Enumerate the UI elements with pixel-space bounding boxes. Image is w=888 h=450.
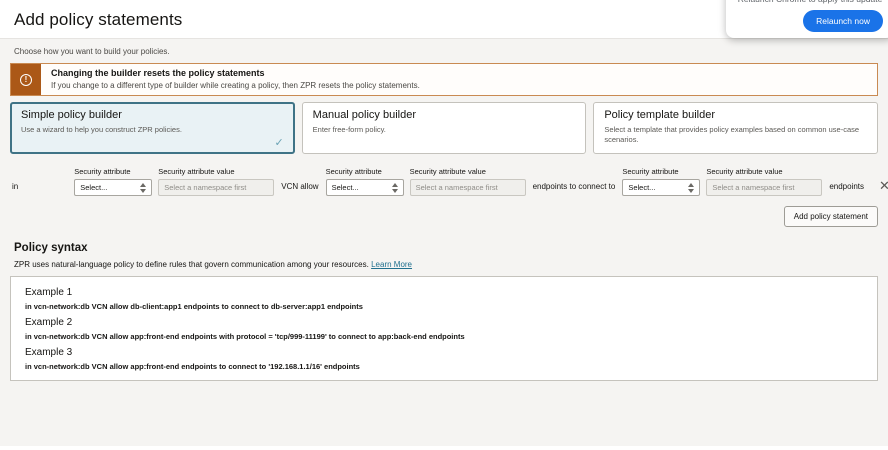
security-attribute-label: Security attribute (622, 167, 700, 176)
security-attribute-label: Security attribute (326, 167, 404, 176)
statement-prefix: in (12, 182, 18, 191)
security-attribute-select-1[interactable]: Select... (74, 179, 152, 196)
builder-cards: Simple policy builder Use a wizard to he… (10, 102, 878, 154)
card-description: Use a wizard to help you construct ZPR p… (21, 125, 284, 135)
relaunch-now-button[interactable]: Relaunch now (803, 10, 883, 32)
example-statement: in vcn-network:db VCN allow app:front-en… (25, 362, 863, 371)
chrome-update-popup: Relaunch Chrome to apply this update Rel… (726, 0, 888, 38)
add-policy-statement-button[interactable]: Add policy statement (784, 206, 878, 227)
example-statement: in vcn-network:db VCN allow db-client:ap… (25, 302, 863, 311)
selected-check-icon: ✓ (274, 136, 283, 149)
warning-body: Changing the builder resets the policy s… (41, 64, 430, 95)
card-title: Policy template builder (604, 109, 867, 121)
example-label: Example 1 (25, 287, 863, 298)
policy-examples-box: Example 1 in vcn-network:db VCN allow db… (10, 276, 878, 381)
warning-accent-strip: ! (11, 64, 41, 95)
chevron-updown-icon (684, 183, 694, 193)
card-manual-policy-builder[interactable]: Manual policy builder Enter free-form po… (302, 102, 587, 154)
content-panel: Choose how you want to build your polici… (0, 38, 888, 446)
card-description: Select a template that provides policy e… (604, 125, 867, 145)
security-attribute-label: Security attribute (74, 167, 152, 176)
attribute-group-3: Security attribute Security attribute va… (622, 167, 822, 196)
security-attribute-select-2[interactable]: Select... (326, 179, 404, 196)
warning-banner: ! Changing the builder resets the policy… (10, 63, 878, 96)
chevron-updown-icon (136, 183, 146, 193)
security-attribute-value-label: Security attribute value (158, 167, 274, 176)
warning-title: Changing the builder resets the policy s… (51, 68, 420, 78)
card-description: Enter free-form policy. (313, 125, 576, 135)
statement-connector-endpoints: endpoints (829, 182, 864, 191)
warning-icon: ! (20, 74, 32, 86)
remove-statement-icon[interactable]: ✕ (879, 179, 888, 192)
security-attribute-value-label: Security attribute value (706, 167, 822, 176)
card-policy-template-builder[interactable]: Policy template builder Select a templat… (593, 102, 878, 154)
policy-statement-row: in Security attribute Security attribute… (10, 167, 878, 196)
security-attribute-value-label: Security attribute value (410, 167, 526, 176)
warning-description: If you change to a different type of bui… (51, 81, 420, 90)
chrome-update-message: Relaunch Chrome to apply this update (726, 0, 888, 4)
security-attribute-value-input-1[interactable] (158, 179, 274, 196)
card-simple-policy-builder[interactable]: Simple policy builder Use a wizard to he… (10, 102, 295, 154)
example-label: Example 2 (25, 317, 863, 328)
attribute-group-2: Security attribute Security attribute va… (326, 167, 526, 196)
policy-syntax-title: Policy syntax (14, 242, 878, 254)
learn-more-link[interactable]: Learn More (371, 260, 412, 269)
intro-text: Choose how you want to build your polici… (14, 47, 878, 56)
card-title: Manual policy builder (313, 109, 576, 121)
example-statement: in vcn-network:db VCN allow app:front-en… (25, 332, 863, 341)
chevron-updown-icon (388, 183, 398, 193)
security-attribute-value-input-3[interactable] (706, 179, 822, 196)
attribute-group-1: Security attribute Security attribute va… (74, 167, 274, 196)
policy-syntax-section: Policy syntax ZPR uses natural-language … (10, 242, 878, 381)
button-row: Add policy statement (10, 206, 878, 227)
security-attribute-select-3[interactable]: Select... (622, 179, 700, 196)
statement-connector-vcn-allow: VCN allow (281, 182, 318, 191)
policy-syntax-description: ZPR uses natural-language policy to defi… (14, 260, 878, 269)
card-title: Simple policy builder (21, 109, 284, 121)
security-attribute-value-input-2[interactable] (410, 179, 526, 196)
statement-connector-endpoints-to-connect: endpoints to connect to (533, 182, 616, 191)
example-label: Example 3 (25, 347, 863, 358)
